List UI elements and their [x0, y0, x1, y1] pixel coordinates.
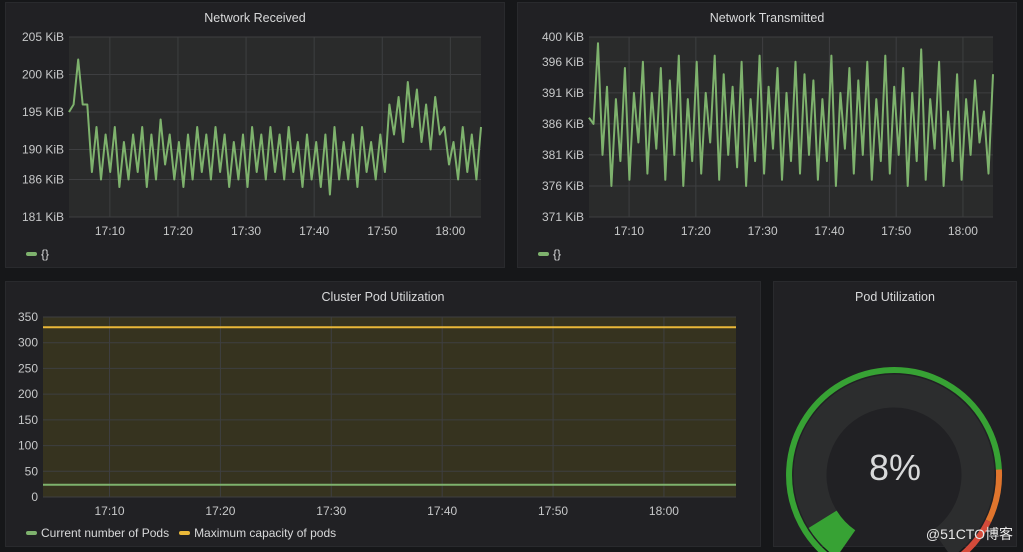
- x-tick-label: 17:50: [367, 224, 397, 238]
- legend: {}: [26, 247, 49, 261]
- legend-swatch: [538, 252, 549, 256]
- y-tick-label: 376 KiB: [542, 179, 584, 193]
- legend-swatch: [26, 252, 37, 256]
- network-transmitted-chart: 371 KiB 376 KiB 381 KiB 386 KiB 391 KiB 396 K…: [542, 30, 994, 238]
- legend-label: Current number of Pods: [41, 526, 170, 540]
- x-tick-label: 17:30: [316, 504, 346, 518]
- legend-item-current-pods[interactable]: Current number of Pods: [26, 526, 169, 540]
- y-tick-label: 190 KiB: [22, 143, 64, 157]
- x-tick-label: 18:00: [649, 504, 679, 518]
- network-received-chart: 181 KiB 186 KiB 190 KiB 195 KiB 200 KiB 205 K…: [22, 30, 482, 238]
- x-tick-label: 17:50: [538, 504, 568, 518]
- gauge-value-arc: [808, 510, 856, 552]
- x-tick-label: 17:10: [95, 504, 125, 518]
- y-tick-label: 50: [25, 464, 39, 478]
- legend-label: {}: [553, 247, 562, 261]
- gauge-value: 8%: [869, 447, 922, 488]
- x-tick-label: 18:00: [948, 224, 978, 238]
- x-tick-label: 17:40: [814, 224, 844, 238]
- legend-swatch: [26, 531, 37, 535]
- y-tick-label: 186 KiB: [22, 173, 64, 187]
- y-tick-label: 250: [18, 361, 38, 375]
- x-tick-label: 17:50: [881, 224, 911, 238]
- y-tick-label: 205 KiB: [22, 30, 64, 44]
- x-tick-label: 17:20: [205, 504, 235, 518]
- y-tick-label: 396 KiB: [542, 55, 584, 69]
- legend-label: Maximum capacity of pods: [194, 526, 337, 540]
- legend-label: {}: [41, 247, 50, 261]
- x-tick-label: 17:20: [681, 224, 711, 238]
- y-tick-label: 200: [18, 387, 38, 401]
- cluster-pod-utilization-panel[interactable]: Cluster Pod Utilization 0 50 100 150 200 250 3…: [5, 281, 761, 547]
- y-tick-label: 371 KiB: [542, 210, 584, 224]
- legend: Current number of Pods Maximum capacity …: [26, 526, 336, 540]
- x-tick-label: 17:40: [299, 224, 329, 238]
- x-tick-label: 17:40: [427, 504, 457, 518]
- plot-area: [43, 317, 736, 497]
- pod-utilization-panel[interactable]: Pod Utilization 8%: [773, 281, 1017, 552]
- y-tick-label: 386 KiB: [542, 117, 584, 131]
- legend-item-max-capacity[interactable]: Maximum capacity of pods: [179, 526, 336, 540]
- legend-item[interactable]: {}: [538, 247, 561, 261]
- network-transmitted-panel[interactable]: Network Transmitted 371 KiB 376 KiB 381 Ki…: [517, 2, 1017, 268]
- y-tick-label: 195 KiB: [22, 105, 64, 119]
- x-tick-label: 17:10: [95, 224, 125, 238]
- y-tick-label: 181 KiB: [22, 210, 64, 224]
- legend-swatch: [179, 531, 191, 535]
- y-tick-label: 100: [18, 439, 38, 453]
- legend: {}: [538, 247, 561, 261]
- y-tick-label: 400 KiB: [542, 30, 584, 44]
- x-tick-label: 17:10: [614, 224, 644, 238]
- x-tick-label: 17:30: [231, 224, 261, 238]
- y-tick-label: 300: [18, 336, 38, 350]
- watermark: @51CTO博客: [925, 526, 1013, 542]
- x-tick-label: 17:30: [748, 224, 778, 238]
- y-tick-label: 200 KiB: [22, 68, 64, 82]
- y-tick-label: 0: [31, 490, 38, 504]
- y-tick-label: 350: [18, 310, 38, 324]
- network-received-panel[interactable]: Network Received 181 KiB 186 KiB 190 KiB 19…: [5, 2, 505, 268]
- y-tick-label: 381 KiB: [542, 148, 584, 162]
- y-tick-label: 391 KiB: [542, 86, 584, 100]
- legend-item[interactable]: {}: [26, 247, 49, 261]
- cluster-pod-chart: 0 50 100 150 200 250 300 350 17:10 17:20 17:30 17:4…: [18, 310, 736, 518]
- y-tick-label: 150: [18, 413, 38, 427]
- x-tick-label: 17:20: [163, 224, 193, 238]
- x-tick-label: 18:00: [435, 224, 465, 238]
- pod-utilization-gauge: [786, 367, 1003, 552]
